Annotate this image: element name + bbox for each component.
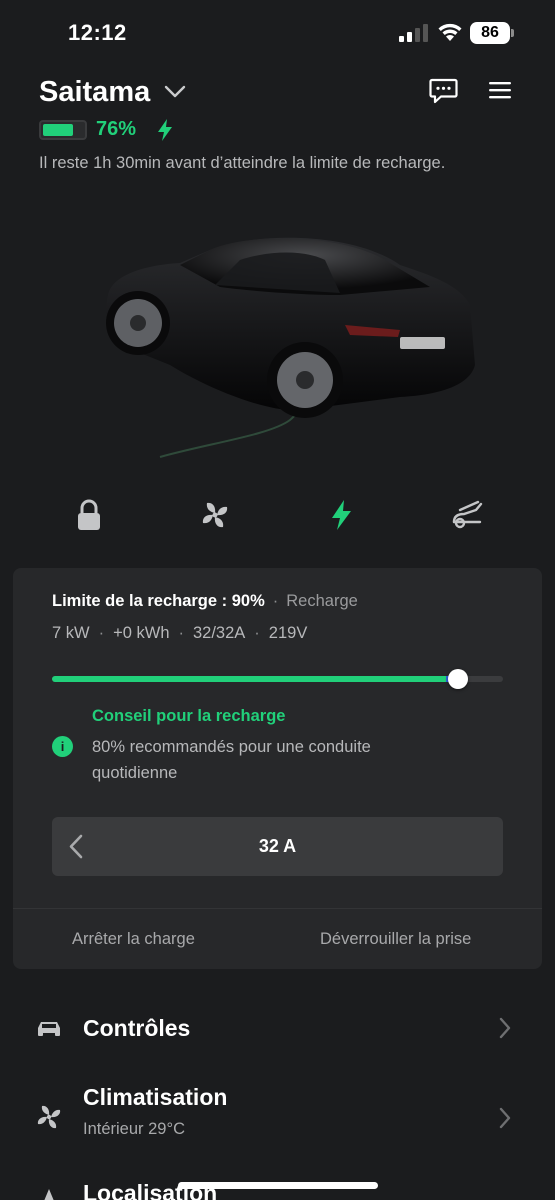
vehicle-image — [106, 237, 475, 458]
menu-item-title: Contrôles — [83, 1015, 191, 1041]
charge-limit-thumb[interactable] — [447, 669, 468, 689]
charging-bolt-icon — [158, 119, 172, 141]
charging-panel: Limite de la recharge : 90% · Recharge 7 k… — [13, 568, 542, 969]
chevron-right-icon — [499, 1107, 511, 1129]
vehicle-battery-fill — [43, 124, 74, 136]
amperage-control: 32 A — [52, 817, 503, 876]
chevron-right-icon — [499, 1017, 511, 1039]
menu-item-title: Climatisation — [83, 1084, 228, 1110]
amperage-value: 32 A — [258, 836, 297, 856]
home-indicator[interactable] — [178, 1182, 378, 1189]
charge-limit-slider[interactable] — [52, 669, 503, 689]
wifi-icon — [438, 23, 462, 41]
chevron-left-icon[interactable] — [66, 833, 86, 860]
charge-stats: 7 kW · +0 kWh · 32/32A · 219V — [52, 624, 308, 642]
unlock-charge-port-button[interactable]: Déverrouiller la prise — [320, 930, 471, 949]
location-icon — [44, 1189, 54, 1200]
charge-energy-added: +0 kWh — [113, 624, 170, 642]
charging-bolt-icon[interactable] — [324, 498, 358, 532]
charge-time-message: Il reste 1h 30min avant d’atteindre la l… — [39, 154, 446, 172]
lock-icon[interactable] — [72, 498, 106, 532]
fan-icon — [37, 1105, 61, 1129]
stop-charging-button[interactable]: Arrêter la charge — [72, 930, 195, 949]
cellular-signal-icon — [399, 24, 428, 42]
status-battery-icon: 86 — [470, 22, 514, 44]
charge-voltage: 219V — [268, 624, 308, 642]
menu-item-controls[interactable]: Contrôles — [0, 1000, 555, 1056]
status-time: 12:12 — [68, 20, 127, 45]
charge-limit-label: Limite de la recharge : 90% — [52, 592, 265, 610]
charge-limit-line: Limite de la recharge : 90% · Recharge — [52, 592, 358, 610]
charging-tip-title: Conseil pour la recharge — [92, 707, 286, 725]
info-icon[interactable]: i — [52, 736, 73, 757]
hamburger-menu-icon[interactable] — [489, 80, 511, 100]
menu-item-climate[interactable]: Climatisation Intérieur 29°C — [0, 1080, 555, 1150]
menu-item-subtitle: Intérieur 29°C — [83, 1120, 185, 1138]
status-battery-level: 86 — [470, 22, 510, 44]
charge-current: 32/32A — [193, 624, 246, 642]
charging-tip-text: 80% recommandés pour une conduite quotid… — [92, 738, 371, 782]
status-bar: 12:12 86 — [0, 0, 555, 66]
vehicle-name[interactable]: Saitama — [39, 76, 150, 109]
charge-state: Recharge — [286, 592, 358, 610]
battery-percent: 76% — [96, 118, 137, 140]
divider — [13, 908, 542, 909]
vehicle-battery-icon — [39, 120, 87, 140]
chevron-down-icon[interactable] — [164, 84, 186, 100]
messages-icon[interactable] — [429, 78, 458, 104]
charge-power: 7 kW — [52, 624, 90, 642]
car-icon — [38, 1022, 60, 1036]
fan-icon[interactable] — [198, 498, 232, 532]
charge-level-fill — [52, 676, 450, 682]
car-trunk-icon[interactable] — [450, 498, 484, 532]
